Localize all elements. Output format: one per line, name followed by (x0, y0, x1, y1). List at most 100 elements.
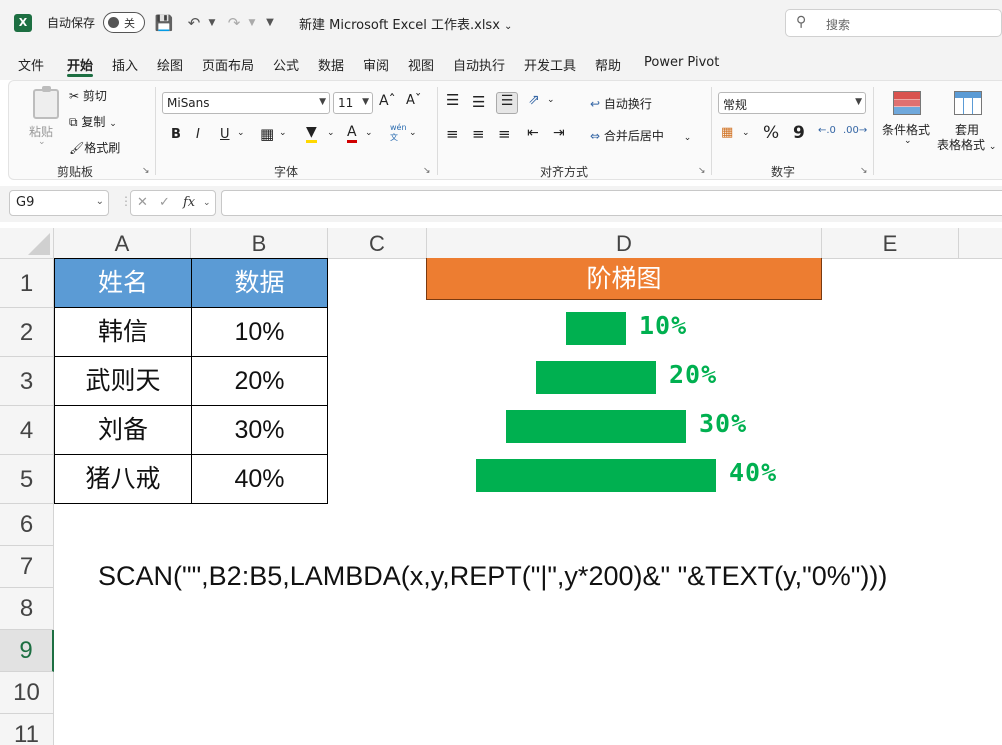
format-as-table-line2[interactable]: 表格格式 ⌄ (937, 136, 996, 153)
underline-dropdown-icon[interactable]: ⌄ (237, 128, 245, 138)
percent-style-button[interactable]: % (763, 123, 779, 143)
fill-color-dropdown-icon[interactable]: ⌄ (327, 128, 335, 138)
name-cell[interactable]: 武则天 (54, 356, 192, 406)
wrap-text-button[interactable]: ↩ 自动换行 (590, 95, 652, 112)
dialog-launcher-icon[interactable]: ↘ (423, 166, 431, 176)
value-cell[interactable]: 20% (191, 356, 328, 406)
cancel-icon[interactable]: ✕ (137, 195, 148, 210)
redo-dropdown-icon[interactable]: ▼ (245, 12, 259, 34)
align-top-icon[interactable]: ☰ (446, 91, 459, 109)
cut-button[interactable]: ✂ 剪切 (69, 87, 107, 104)
column-header-f[interactable] (959, 228, 1002, 259)
font-name-select[interactable]: MiSans ▼ (162, 92, 330, 114)
row-header-6[interactable]: 6 (0, 504, 54, 546)
row-header-7[interactable]: 7 (0, 546, 54, 588)
conditional-format-icon[interactable] (893, 91, 921, 115)
row-header-11[interactable]: 11 (0, 714, 54, 745)
tab-power-pivot[interactable]: Power Pivot (644, 55, 719, 70)
name-box[interactable]: G9 ⌄ (9, 190, 109, 216)
insert-function-icon[interactable]: fx (183, 195, 195, 210)
paste-dropdown-icon[interactable]: ⌄ (38, 137, 46, 147)
tab-automate[interactable]: 自动执行 (453, 55, 505, 74)
accounting-format-icon[interactable]: ▦ (721, 125, 733, 140)
comma-style-button[interactable]: 9 (793, 123, 805, 143)
name-cell[interactable]: 刘备 (54, 405, 192, 455)
format-painter-button[interactable]: 🖌格式刷 (69, 139, 120, 156)
borders-dropdown-icon[interactable]: ⌄ (279, 128, 287, 138)
font-color-dropdown-icon[interactable]: ⌄ (365, 128, 373, 138)
tab-insert[interactable]: 插入 (112, 55, 138, 74)
row-header-5[interactable]: 5 (0, 455, 54, 504)
autosave-toggle[interactable]: 关 (103, 12, 145, 33)
increase-font-icon[interactable]: Aˆ (379, 93, 396, 109)
chevron-down-icon[interactable]: ⌄ (203, 198, 211, 208)
format-as-table-icon[interactable] (954, 91, 982, 115)
phonetic-dropdown-icon[interactable]: ⌄ (409, 128, 417, 138)
accounting-dropdown-icon[interactable]: ⌄ (742, 128, 750, 138)
increase-decimal-icon[interactable]: ←.0 (818, 125, 836, 136)
header-cell-data[interactable]: 数据 (191, 258, 328, 308)
align-middle-icon[interactable]: ☰ (472, 93, 485, 111)
tab-help[interactable]: 帮助 (595, 55, 621, 74)
dialog-launcher-icon[interactable]: ↘ (142, 166, 150, 176)
row-header-3[interactable]: 3 (0, 357, 54, 406)
save-icon[interactable]: 💾 (153, 12, 175, 34)
font-color-icon[interactable]: A (347, 124, 357, 143)
tab-draw[interactable]: 绘图 (157, 55, 183, 74)
ladder-title-cell[interactable]: 阶梯图 (426, 258, 822, 300)
value-cell[interactable]: 10% (191, 307, 328, 357)
merge-center-button[interactable]: ⇔ 合并后居中 ⌄ (590, 127, 691, 144)
select-all-button[interactable] (0, 228, 54, 259)
orientation-icon[interactable]: ⇗ (528, 92, 540, 108)
underline-button[interactable]: U (220, 127, 230, 142)
row-header-2[interactable]: 2 (0, 308, 54, 357)
tab-page-layout[interactable]: 页面布局 (202, 55, 254, 74)
tab-home[interactable]: 开始 (67, 55, 93, 74)
undo-dropdown-icon[interactable]: ▼ (205, 12, 219, 34)
decrease-indent-icon[interactable]: ⇤ (527, 125, 539, 141)
tab-file[interactable]: 文件 (18, 55, 44, 74)
name-cell[interactable]: 韩信 (54, 307, 192, 357)
phonetic-icon[interactable]: wén 文 (390, 123, 407, 143)
row-header-1[interactable]: 1 (0, 259, 54, 308)
tab-view[interactable]: 视图 (408, 55, 434, 74)
font-size-select[interactable]: 11 ▼ (333, 92, 373, 114)
align-bottom-icon[interactable]: ☰ (496, 92, 518, 114)
search-box[interactable]: ⚲ 搜索 (785, 9, 1002, 37)
value-cell[interactable]: 30% (191, 405, 328, 455)
align-left-icon[interactable]: ≡ (446, 125, 459, 143)
borders-icon[interactable]: ▦ (260, 125, 274, 143)
enter-icon[interactable]: ✓ (159, 195, 170, 210)
column-header-a[interactable]: A (54, 228, 191, 259)
column-header-d[interactable]: D (427, 228, 822, 259)
value-cell[interactable]: 40% (191, 454, 328, 504)
increase-indent-icon[interactable]: ⇥ (553, 125, 565, 141)
row-header-10[interactable]: 10 (0, 672, 54, 714)
dialog-launcher-icon[interactable]: ↘ (860, 166, 868, 176)
header-cell-name[interactable]: 姓名 (54, 258, 192, 308)
decrease-decimal-icon[interactable]: .00→ (843, 125, 867, 136)
number-format-select[interactable]: 常规 ▼ (718, 92, 866, 114)
formula-note[interactable]: SCAN("",B2:B5,LAMBDA(x,y,REPT("|",y*200)… (98, 561, 887, 592)
row-header-9[interactable]: 9 (0, 630, 54, 672)
column-header-b[interactable]: B (191, 228, 328, 259)
row-header-8[interactable]: 8 (0, 588, 54, 630)
align-center-icon[interactable]: ≡ (472, 125, 485, 143)
bold-button[interactable]: B (171, 127, 181, 142)
orientation-dropdown-icon[interactable]: ⌄ (547, 95, 555, 105)
formula-input[interactable] (221, 190, 1002, 216)
tab-developer[interactable]: 开发工具 (524, 55, 576, 74)
decrease-font-icon[interactable]: Aˇ (406, 93, 421, 108)
dialog-launcher-icon[interactable]: ↘ (698, 166, 706, 176)
document-title[interactable]: 新建 Microsoft Excel 工作表.xlsx ⌄ (299, 14, 512, 33)
redo-icon[interactable]: ↷ (224, 12, 244, 34)
tab-data[interactable]: 数据 (318, 55, 344, 74)
italic-button[interactable]: I (196, 127, 200, 142)
column-header-c[interactable]: C (328, 228, 427, 259)
column-header-e[interactable]: E (822, 228, 959, 259)
copy-button[interactable]: ⧉ 复制 ⌄ (69, 113, 117, 130)
customize-toolbar-icon[interactable]: ▼ (263, 12, 277, 34)
name-cell[interactable]: 猪八戒 (54, 454, 192, 504)
row-header-4[interactable]: 4 (0, 406, 54, 455)
align-right-icon[interactable]: ≡ (498, 125, 511, 143)
